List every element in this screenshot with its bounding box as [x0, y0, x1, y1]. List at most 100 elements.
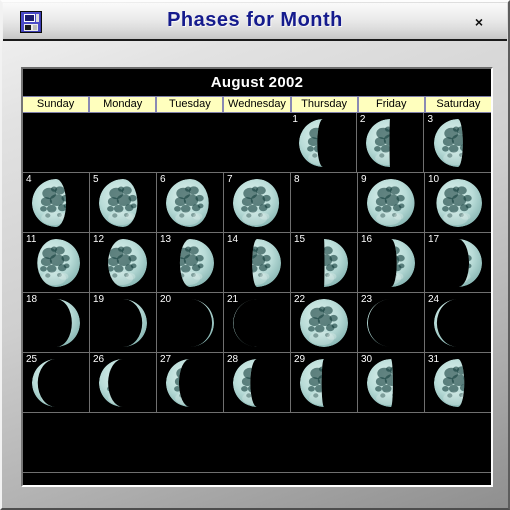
day-number: 1 — [292, 114, 298, 125]
calendar-day-cell-14[interactable]: 14 — [224, 233, 291, 292]
calendar-day-cell-9[interactable]: 9 — [358, 173, 425, 232]
day-number: 18 — [26, 294, 38, 305]
calendar-day-cell-30[interactable]: 30 — [358, 353, 425, 412]
weekday-header-tuesday: Tuesday — [156, 97, 224, 112]
day-number: 4 — [26, 174, 32, 185]
day-number: 6 — [160, 174, 166, 185]
calendar-week-row: 18 19 20 21 22 23 24 — [23, 293, 491, 353]
calendar-week-row: 4 5 6 7 8 9 10 — [23, 173, 491, 233]
calendar-day-cell-20[interactable]: 20 — [157, 293, 224, 352]
day-number: 17 — [428, 234, 440, 245]
weekday-header-saturday: Saturday — [424, 97, 491, 112]
day-number: 22 — [294, 294, 306, 305]
weekday-header-row: Sunday Monday Tuesday Wednesday Thursday Frid… — [23, 96, 491, 113]
calendar-day-cell-23[interactable]: 23 — [358, 293, 425, 352]
day-number: 20 — [160, 294, 172, 305]
moon-phase-icon — [424, 113, 491, 172]
calendar-day-cell-25[interactable]: 25 — [23, 353, 90, 412]
calendar-day-cell-11[interactable]: 11 — [23, 233, 90, 292]
calendar-day-cell-10[interactable]: 10 — [425, 173, 491, 232]
calendar-week-row — [23, 413, 491, 473]
calendar-day-cell-6[interactable]: 6 — [157, 173, 224, 232]
day-number: 2 — [359, 114, 366, 125]
weekday-header-wednesday: Wednesday — [223, 97, 291, 112]
application-window: Phases for Month × August 2002 Sunday Mon… — [0, 0, 510, 510]
calendar-empty-cell — [357, 413, 425, 472]
moon-phase-icon — [224, 173, 290, 232]
calendar-day-cell-16[interactable]: 16 — [358, 233, 425, 292]
calendar-empty-cell — [290, 413, 358, 472]
calendar-day-cell-21[interactable]: 21 — [224, 293, 291, 352]
calendar-day-cell-1[interactable]: 1 — [289, 113, 357, 172]
calendar-day-cell-27[interactable]: 27 — [157, 353, 224, 412]
calendar-empty-cell — [23, 113, 90, 172]
title-bar: Phases for Month × — [3, 3, 507, 41]
day-number: 31 — [428, 354, 440, 365]
day-number: 9 — [361, 174, 367, 185]
calendar-empty-cell — [424, 413, 491, 472]
month-title: August 2002 — [23, 69, 491, 96]
calendar-empty-cell — [156, 413, 224, 472]
calendar-panel: August 2002 Sunday Monday Tuesday Wednesday… — [23, 69, 491, 485]
day-number: 26 — [93, 354, 105, 365]
calendar-empty-cell — [23, 413, 90, 472]
calendar-day-cell-19[interactable]: 19 — [90, 293, 157, 352]
calendar-empty-cell — [89, 413, 157, 472]
day-number: 23 — [361, 294, 373, 305]
calendar-empty-cell — [89, 113, 157, 172]
calendar-day-cell-24[interactable]: 24 — [425, 293, 491, 352]
calendar-day-cell-12[interactable]: 12 — [90, 233, 157, 292]
moon-phase-icon — [357, 113, 424, 172]
day-number: 21 — [227, 294, 239, 305]
moon-phase-icon — [289, 113, 356, 172]
day-number: 27 — [160, 354, 172, 365]
calendar-day-cell-17[interactable]: 17 — [425, 233, 491, 292]
calendar-day-cell-7[interactable]: 7 — [224, 173, 291, 232]
day-number: 13 — [160, 234, 172, 245]
calendar-day-cell-13[interactable]: 13 — [157, 233, 224, 292]
calendar-day-cell-5[interactable]: 5 — [90, 173, 157, 232]
day-number: 3 — [427, 114, 434, 125]
calendar-grid: 1 2 3 4 5 6 7 8 9 10 11 12 13 14 15 16 1… — [23, 113, 491, 473]
calendar-day-cell-29[interactable]: 29 — [291, 353, 358, 412]
calendar-empty-cell — [156, 113, 223, 172]
moon-phase-icon — [157, 173, 223, 232]
calendar-day-cell-18[interactable]: 18 — [23, 293, 90, 352]
close-icon[interactable]: × — [469, 12, 489, 32]
calendar-week-row: 25 26 27 28 29 30 31 — [23, 353, 491, 413]
day-number: 15 — [294, 234, 306, 245]
moon-phase-icon — [358, 173, 424, 232]
moon-phase-icon — [23, 173, 89, 232]
calendar-panel-frame: August 2002 Sunday Monday Tuesday Wednesday… — [21, 67, 493, 487]
day-number: 7 — [227, 174, 233, 185]
calendar-day-cell-15[interactable]: 15 — [291, 233, 358, 292]
moon-phase-icon — [291, 173, 357, 232]
weekday-header-friday: Friday — [357, 97, 425, 112]
day-number: 16 — [361, 234, 373, 245]
calendar-day-cell-22[interactable]: 22 — [291, 293, 358, 352]
calendar-empty-cell — [222, 113, 290, 172]
calendar-week-row: 11 12 13 14 15 16 17 — [23, 233, 491, 293]
day-number: 5 — [93, 174, 99, 185]
weekday-header-monday: Monday — [89, 97, 157, 112]
calendar-empty-cell — [223, 413, 291, 472]
calendar-day-cell-31[interactable]: 31 — [425, 353, 491, 412]
day-number: 8 — [294, 174, 300, 185]
weekday-header-sunday: Sunday — [23, 97, 90, 112]
day-number: 25 — [26, 354, 38, 365]
calendar-week-row: 1 2 3 — [23, 113, 491, 173]
day-number: 30 — [361, 354, 373, 365]
day-number: 14 — [227, 234, 239, 245]
calendar-day-cell-2[interactable]: 2 — [356, 113, 425, 172]
window-title: Phases for Month — [167, 9, 343, 31]
calendar-day-cell-3[interactable]: 3 — [424, 113, 491, 172]
weekday-header-thursday: Thursday — [290, 97, 358, 112]
day-number: 19 — [93, 294, 105, 305]
moon-phase-icon — [90, 173, 156, 232]
calendar-day-cell-8[interactable]: 8 — [291, 173, 358, 232]
calendar-day-cell-28[interactable]: 28 — [224, 353, 291, 412]
day-number: 10 — [428, 174, 440, 185]
calendar-day-cell-4[interactable]: 4 — [23, 173, 90, 232]
calendar-day-cell-26[interactable]: 26 — [90, 353, 157, 412]
day-number: 12 — [93, 234, 105, 245]
